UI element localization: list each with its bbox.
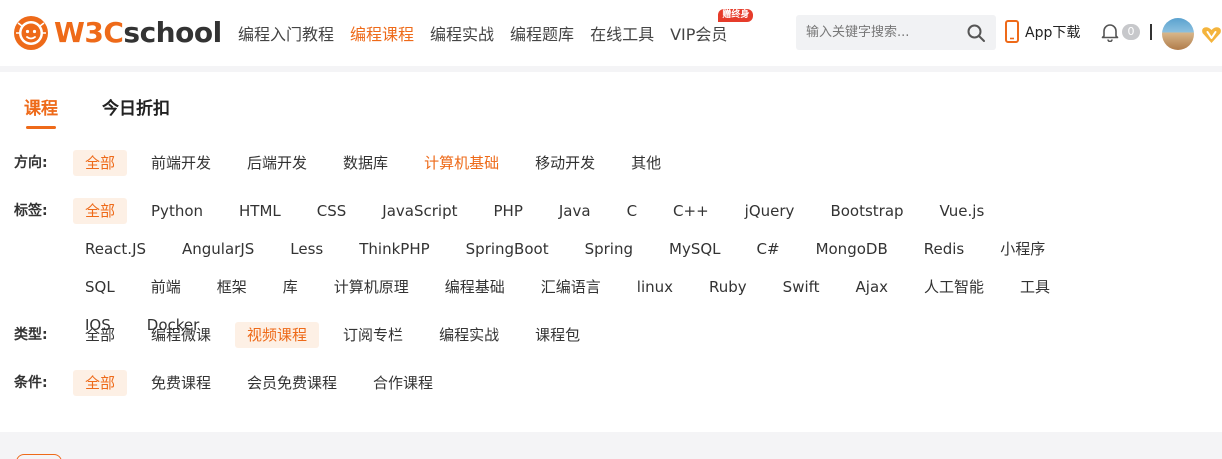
notification-bell[interactable]: 0: [1101, 22, 1140, 42]
filter-option[interactable]: 前端开发: [139, 150, 223, 176]
nav-item-2[interactable]: 编程实战: [430, 21, 494, 45]
nav-item-label: 编程实战: [430, 25, 495, 44]
nav-item-label: 编程题库: [510, 25, 575, 44]
filter-option[interactable]: 视频课程: [235, 322, 320, 348]
filter-option[interactable]: CSS: [305, 198, 359, 224]
filter-option[interactable]: 全部: [73, 370, 128, 396]
filter-option[interactable]: 编程基础: [433, 274, 517, 300]
filter-option[interactable]: Bootstrap: [818, 198, 915, 224]
filter-option[interactable]: AngularJS: [170, 236, 266, 262]
filter-label: 条件:: [14, 375, 48, 391]
header-divider: [1150, 24, 1152, 40]
partial-element: [16, 454, 62, 459]
logo-wordmark: W3Cschool: [54, 14, 222, 52]
filter-option[interactable]: SQL: [73, 274, 127, 300]
filter-option[interactable]: C#: [745, 236, 792, 262]
tab-1[interactable]: 今日折扣: [102, 94, 170, 127]
filter-option[interactable]: 框架: [205, 274, 259, 300]
filter-option[interactable]: Python: [139, 198, 215, 224]
tab-0[interactable]: 课程: [24, 94, 58, 129]
filter-option[interactable]: 工具: [1008, 274, 1062, 300]
filter-option[interactable]: 全部: [73, 322, 127, 348]
filter-option[interactable]: Spring: [573, 236, 645, 262]
filter-option[interactable]: React.JS: [73, 236, 158, 262]
filter-option[interactable]: 免费课程: [139, 370, 223, 396]
nav-item-0[interactable]: 编程入门教程: [238, 21, 334, 45]
filter-option[interactable]: Ruby: [697, 274, 759, 300]
filter-option[interactable]: Vue.js: [928, 198, 997, 224]
filter-option[interactable]: HTML: [227, 198, 293, 224]
logo-school-text: school: [123, 16, 222, 49]
filter-option[interactable]: MongoDB: [804, 236, 900, 262]
filter-option[interactable]: 合作课程: [361, 370, 445, 396]
filter-option[interactable]: PHP: [482, 198, 535, 224]
app-download-link[interactable]: App下载: [1005, 20, 1080, 43]
panel-tabs: 课程 今日折扣: [24, 94, 214, 129]
nav-item-label: 编程课程: [350, 25, 415, 44]
filter-option[interactable]: jQuery: [733, 198, 807, 224]
nav-item-label: VIP会员: [670, 25, 728, 44]
vip-heart-icon[interactable]: [1201, 26, 1222, 44]
filter-option[interactable]: 数据库: [331, 150, 400, 176]
filter-options: 全部 免费课程 会员免费课程 合作课程: [73, 370, 1093, 408]
filter-options: 全部 前端开发 后端开发 数据库 计算机基础 移动开发 其他: [73, 150, 1093, 188]
lion-logo-icon: [14, 16, 48, 50]
filter-option[interactable]: 计算机原理: [322, 274, 421, 300]
notification-count-badge: 0: [1122, 24, 1140, 40]
filter-option[interactable]: 后端开发: [235, 150, 319, 176]
filter-label: 类型:: [14, 327, 48, 343]
filter-option[interactable]: 前端: [139, 274, 193, 300]
filter-option[interactable]: ThinkPHP: [347, 236, 441, 262]
filter-option[interactable]: Less: [278, 236, 335, 262]
filter-option[interactable]: 全部: [73, 198, 128, 224]
filter-option[interactable]: 人工智能: [912, 274, 996, 300]
filter-label: 方向:: [14, 155, 48, 171]
course-filter-panel: 课程 今日折扣 方向: 全部 前端开发 后端开发 数据库 计算机基础 移动开发 其他 标签: 全部 P…: [0, 72, 1222, 432]
nav-item-label: 在线工具: [590, 25, 655, 44]
nav-item-5[interactable]: VIP会员 赠终身: [670, 9, 754, 45]
bell-icon: [1101, 24, 1119, 42]
filter-option[interactable]: Ajax: [844, 274, 901, 300]
filter-option[interactable]: MySQL: [657, 236, 733, 262]
filter-option[interactable]: Swift: [771, 274, 832, 300]
filter-option[interactable]: 移动开发: [523, 150, 607, 176]
nav-item-4[interactable]: 在线工具: [590, 21, 654, 45]
filter-label: 标签:: [14, 203, 48, 219]
filter-option[interactable]: 编程实战: [427, 322, 511, 348]
search-box: [796, 15, 996, 50]
filter-option[interactable]: 全部: [73, 150, 128, 176]
filter-option[interactable]: linux: [625, 274, 685, 300]
phone-icon: [1005, 20, 1019, 43]
filter-option[interactable]: SpringBoot: [454, 236, 561, 262]
filter-option[interactable]: 小程序: [988, 236, 1057, 262]
filter-option[interactable]: Java: [547, 198, 603, 224]
filter-option[interactable]: 其他: [619, 150, 673, 176]
user-avatar[interactable]: [1162, 18, 1194, 50]
nav-item-1[interactable]: 编程课程: [350, 21, 414, 45]
vip-promo-badge: 赠终身: [718, 9, 754, 22]
main-nav: 编程入门教程 编程课程 编程实战 编程题库 在线工具 VIP会员 赠终身: [230, 0, 754, 66]
filter-option[interactable]: Redis: [912, 236, 976, 262]
filter-option[interactable]: 课程包: [523, 322, 592, 348]
filter-option[interactable]: 计算机基础: [412, 150, 511, 176]
app-download-label: App下载: [1025, 24, 1081, 41]
search-input[interactable]: [796, 15, 956, 50]
filter-option[interactable]: 编程微课: [139, 322, 223, 348]
filter-option[interactable]: C++: [661, 198, 721, 224]
filter-option[interactable]: 库: [271, 274, 310, 300]
filter-option[interactable]: 订阅专栏: [331, 322, 415, 348]
filter-option[interactable]: 汇编语言: [529, 274, 613, 300]
filter-option[interactable]: JavaScript: [370, 198, 469, 224]
w3cschool-logo[interactable]: W3Cschool: [13, 14, 222, 52]
nav-item-label: 编程入门教程: [238, 25, 335, 44]
search-icon[interactable]: [966, 23, 986, 43]
nav-item-3[interactable]: 编程题库: [510, 21, 574, 45]
filter-option[interactable]: 会员免费课程: [235, 370, 349, 396]
logo-w3c-text: W3C: [54, 16, 124, 49]
top-header: W3Cschool 编程入门教程 编程课程 编程实战 编程题库 在线工具 VIP会员 赠终身…: [0, 0, 1222, 66]
filter-options: 全部 编程微课 视频课程 订阅专栏 编程实战 课程包: [73, 322, 1093, 360]
filter-option[interactable]: C: [615, 198, 649, 224]
